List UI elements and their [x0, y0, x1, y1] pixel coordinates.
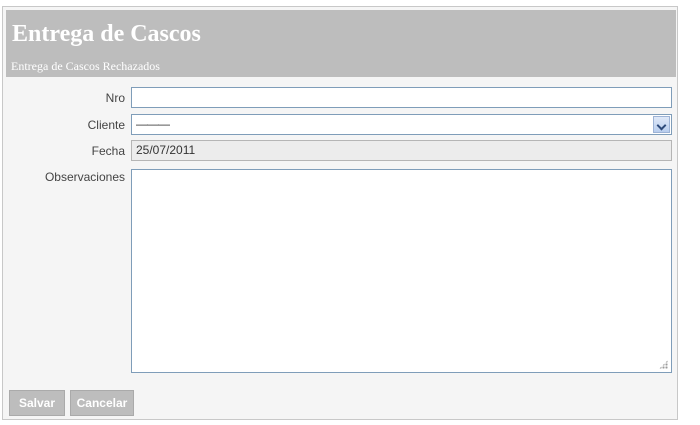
observaciones-textarea[interactable] [131, 169, 672, 373]
header-bar: Entrega de Cascos Entrega de Cascos Rech… [6, 10, 676, 77]
page-title: Entrega de Cascos [12, 21, 201, 47]
cancel-button[interactable]: Cancelar [70, 390, 134, 416]
cliente-selected-value: ——— [136, 117, 170, 131]
nro-label: Nro [105, 91, 125, 105]
fecha-field: 25/07/2011 [131, 140, 672, 161]
nro-input[interactable] [131, 87, 672, 108]
form-panel: Entrega de Cascos Entrega de Cascos Rech… [2, 6, 678, 420]
page-subtitle: Entrega de Cascos Rechazados [11, 59, 160, 73]
cliente-select[interactable]: ——— [131, 114, 672, 135]
observaciones-label: Observaciones [44, 170, 125, 184]
cliente-label: Cliente [87, 118, 125, 132]
resize-grip-icon[interactable] [659, 360, 668, 369]
save-button[interactable]: Salvar [9, 390, 65, 416]
fecha-label: Fecha [91, 144, 125, 158]
chevron-down-icon[interactable] [653, 116, 670, 133]
